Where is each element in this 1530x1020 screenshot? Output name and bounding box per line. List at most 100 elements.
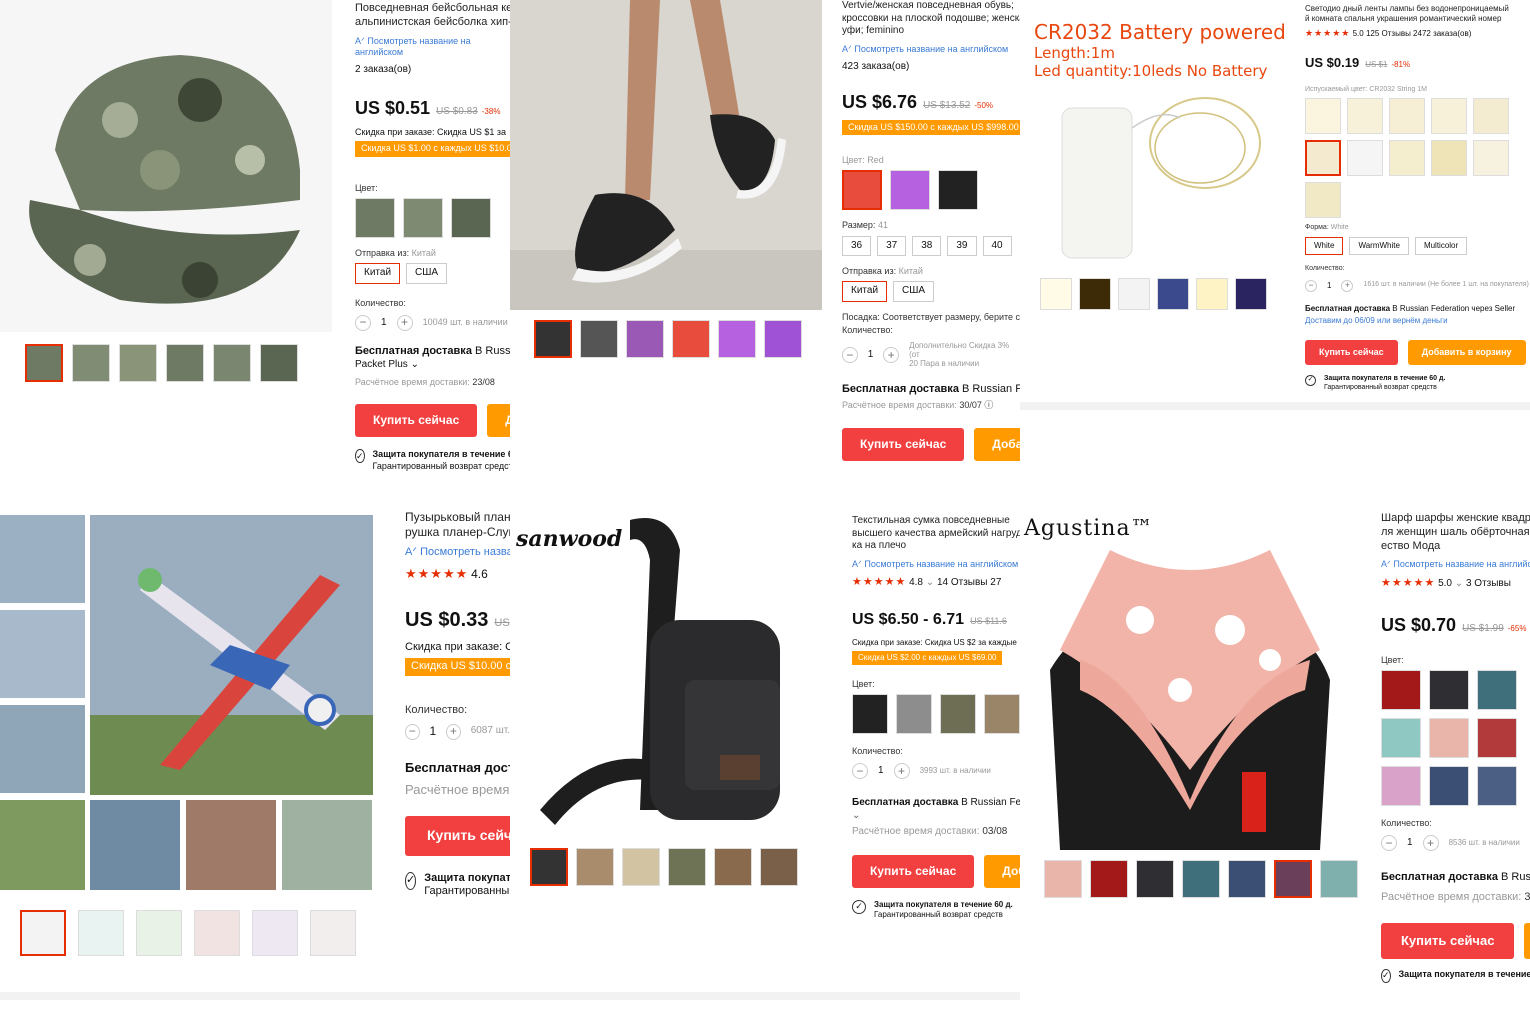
minus-button[interactable]: −	[842, 347, 858, 364]
plus-button[interactable]: +	[1422, 835, 1439, 852]
color-swatch[interactable]	[1305, 182, 1341, 219]
thumbnail[interactable]	[530, 848, 568, 886]
thumbnail[interactable]	[668, 848, 706, 886]
shape-option[interactable]: WarmWhite	[1349, 237, 1409, 255]
color-swatch[interactable]	[1431, 98, 1467, 135]
add-to-cart-button[interactable]: Добавить в корзину	[487, 404, 510, 438]
plus-button[interactable]: +	[883, 347, 900, 364]
color-swatch[interactable]	[1305, 140, 1341, 177]
size-option[interactable]: 40	[982, 235, 1012, 256]
buy-now-button[interactable]: Купить сейчас	[405, 816, 510, 856]
color-swatch[interactable]	[1347, 98, 1383, 135]
product-main-image[interactable]	[510, 510, 830, 840]
color-swatch[interactable]	[1381, 670, 1421, 710]
color-swatch[interactable]	[842, 170, 882, 211]
color-swatch[interactable]	[403, 197, 443, 238]
thumbnail[interactable]	[136, 910, 182, 956]
side-thumb[interactable]	[282, 800, 372, 890]
product-main-image[interactable]	[0, 0, 332, 332]
side-thumb[interactable]	[186, 800, 276, 890]
qty-value[interactable]: 1	[878, 765, 884, 778]
thumbnail[interactable]	[119, 344, 157, 382]
buy-now-button[interactable]: Купить сейчас	[852, 854, 975, 888]
shape-option[interactable]: Multicolor	[1414, 237, 1468, 255]
thumbnail[interactable]	[252, 910, 298, 956]
thumbnail[interactable]	[166, 344, 204, 382]
color-swatch[interactable]	[940, 693, 976, 734]
minus-button[interactable]: −	[405, 723, 420, 740]
plus-button[interactable]: +	[446, 723, 461, 740]
thumbnail[interactable]	[1157, 278, 1189, 310]
qty-value[interactable]: 1	[868, 349, 874, 362]
plus-button[interactable]: +	[1341, 279, 1354, 292]
product-main-image[interactable]	[90, 515, 373, 795]
add-to-cart-button[interactable]: Добавить в корзину	[1407, 339, 1526, 365]
thumbnail[interactable]	[622, 848, 660, 886]
plus-button[interactable]: +	[396, 314, 413, 331]
thumbnail[interactable]	[764, 320, 802, 358]
side-thumb[interactable]	[0, 610, 85, 698]
thumbnail[interactable]	[626, 320, 664, 358]
side-thumb[interactable]	[0, 800, 85, 890]
chevron-down-icon[interactable]: ⌄	[852, 810, 1020, 823]
color-swatch[interactable]	[1473, 140, 1509, 177]
ship-method-value[interactable]: Packet Plus	[355, 359, 408, 370]
color-swatch[interactable]	[1473, 98, 1509, 135]
thumbnail[interactable]	[20, 910, 66, 956]
color-swatch[interactable]	[1431, 140, 1467, 177]
color-swatch[interactable]	[1477, 670, 1517, 710]
thumbnail[interactable]	[1235, 278, 1267, 310]
color-swatch[interactable]	[984, 693, 1020, 734]
thumbnail[interactable]	[1320, 860, 1358, 898]
option-usa[interactable]: США	[893, 281, 935, 302]
size-option[interactable]: 36	[842, 235, 872, 256]
thumbnail[interactable]	[534, 320, 572, 358]
thumbnail[interactable]	[1040, 278, 1072, 310]
qty-value[interactable]: 1	[381, 317, 387, 330]
thumbnail[interactable]	[25, 344, 63, 382]
color-swatch[interactable]	[852, 693, 888, 734]
thumbnail[interactable]	[1136, 860, 1174, 898]
color-swatch[interactable]	[890, 170, 930, 211]
option-china[interactable]: Китай	[355, 263, 401, 284]
color-swatch[interactable]	[451, 197, 491, 238]
option-china[interactable]: Китай	[842, 281, 888, 302]
translate-link[interactable]: Aᐟ Посмотреть название на английском	[355, 36, 510, 59]
thumbnail[interactable]	[1044, 860, 1082, 898]
color-swatch[interactable]	[1477, 718, 1517, 758]
color-swatch[interactable]	[1429, 670, 1469, 710]
buy-now-button[interactable]: Купить сейчас	[355, 404, 478, 438]
translate-link[interactable]: Aᐟ Посмотреть название на английском	[852, 559, 1020, 570]
reviews-count[interactable]: 125 Отзывы	[1366, 29, 1411, 38]
size-option[interactable]: 38	[912, 235, 942, 256]
thumbnail[interactable]	[213, 344, 251, 382]
thumbnail[interactable]	[1090, 860, 1128, 898]
color-swatch[interactable]	[1429, 718, 1469, 758]
minus-button[interactable]: −	[852, 763, 868, 779]
thumbnail[interactable]	[310, 910, 356, 956]
color-swatch[interactable]	[896, 693, 932, 734]
option-usa[interactable]: США	[406, 263, 448, 284]
qty-value[interactable]: 1	[430, 724, 437, 739]
reviews-count[interactable]: 14 Отзывы	[937, 577, 988, 588]
thumbnail[interactable]	[78, 910, 124, 956]
color-swatch[interactable]	[1389, 98, 1425, 135]
thumbnail[interactable]	[260, 344, 298, 382]
color-swatch[interactable]	[355, 197, 395, 238]
thumbnail[interactable]	[580, 320, 618, 358]
translate-link[interactable]: Aᐟ Посмотреть название на английском	[405, 546, 510, 560]
plus-button[interactable]: +	[893, 763, 910, 779]
thumbnail[interactable]	[1182, 860, 1220, 898]
thumbnail[interactable]	[1274, 860, 1312, 898]
add-to-cart-button[interactable]: Добавить в корзину	[974, 427, 1020, 461]
color-swatch[interactable]	[1477, 766, 1517, 806]
thumbnail[interactable]	[1228, 860, 1266, 898]
thumbnail[interactable]	[1079, 278, 1111, 310]
add-to-cart-button[interactable]: Добавить в корзину	[984, 854, 1020, 888]
color-swatch[interactable]	[1381, 718, 1421, 758]
side-thumb[interactable]	[0, 705, 85, 793]
qty-value[interactable]: 1	[1407, 837, 1413, 850]
translate-link[interactable]: Aᐟ Посмотреть название на английском	[1381, 559, 1530, 570]
color-swatch[interactable]	[938, 170, 978, 211]
product-main-image[interactable]	[510, 0, 822, 310]
